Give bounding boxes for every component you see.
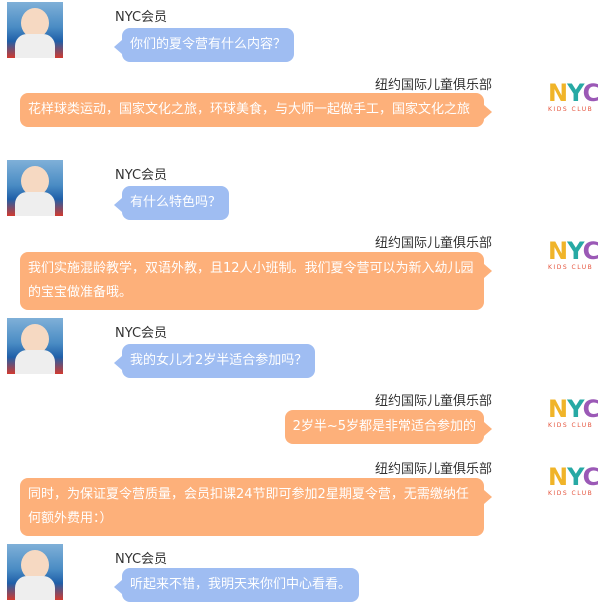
message-bubble: 花样球类运动，国家文化之旅，环球美食，与大师一起做手工，国家文化之旅 [20,93,492,127]
message-bubble: 我的女儿才2岁半适合参加吗？ [113,344,316,378]
member-name: NYC会员 [115,10,168,25]
club-name: 纽约国际儿童俱乐部 [374,394,492,409]
nyc-kids-club-logo[interactable]: NYC KIDS CLUB [548,396,598,436]
message-bubble: 听起来不错，我明天来你们中心看看。 [113,568,360,602]
club-name: 纽约国际儿童俱乐部 [374,78,492,93]
member-name: NYC会员 [115,552,168,567]
member-name: NYC会员 [115,326,168,341]
message-bubble: 有什么特色吗？ [113,186,230,220]
nyc-kids-club-logo[interactable]: NYC KIDS CLUB [548,464,598,504]
member-avatar[interactable] [7,318,63,374]
member-avatar[interactable] [7,544,63,600]
message-bubble: 2岁半~5岁都是非常适合参加的 [284,410,493,444]
message-bubble: 同时，为保证夏令营质量，会员扣课24节即可参加2星期夏令营，无需缴纳任何额外费用… [20,478,492,536]
nyc-kids-club-logo[interactable]: NYC KIDS CLUB [548,238,598,278]
club-name: 纽约国际儿童俱乐部 [374,236,492,251]
message-bubble: 我们实施混龄教学，双语外教，且12人小班制。我们夏令营可以为新入幼儿园的宝宝做准… [20,252,492,310]
member-avatar[interactable] [7,2,63,58]
club-name: 纽约国际儿童俱乐部 [374,462,492,477]
member-name: NYC会员 [115,168,168,183]
message-bubble: 你们的夏令营有什么内容？ [113,28,295,62]
nyc-kids-club-logo[interactable]: NYC KIDS CLUB [548,80,598,120]
member-avatar[interactable] [7,160,63,216]
